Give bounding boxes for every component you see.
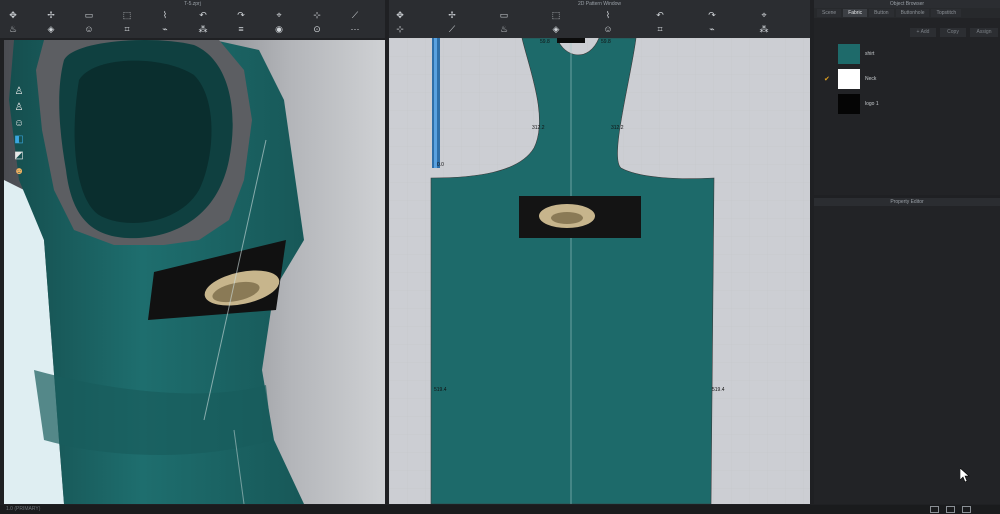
measure-strip: 0.0 (437, 162, 444, 168)
redo-icon[interactable]: ↷ (236, 10, 246, 20)
status-bar: 1.0 (PRIMARY) (0, 505, 1000, 514)
avatar-icon[interactable]: ♙ (12, 84, 26, 98)
button-icon[interactable]: ◉ (274, 24, 284, 34)
3d-garment-render (4, 40, 304, 504)
fabric-item[interactable]: logo 1 (838, 94, 879, 114)
fabric-swatch (838, 44, 860, 64)
copy-button[interactable]: Copy (940, 28, 966, 37)
pin-icon[interactable]: ⌖ (274, 10, 284, 20)
fold-icon[interactable]: ⁂ (759, 24, 769, 34)
pattern-piece-front[interactable] (389, 38, 810, 504)
measure-arm-right: 312.2 (611, 125, 624, 131)
fabric-swatch (838, 69, 860, 89)
object-browser-tabs: Scene Fabric Button Buttonhole Topstitch (814, 8, 1000, 18)
check-icon: ✔ (824, 76, 830, 83)
object-browser-panel: Object Browser Scene Fabric Button Buttonho… (814, 0, 1000, 195)
layout-icon-1[interactable] (930, 506, 939, 513)
property-editor-panel: Property Editor (814, 198, 1000, 504)
fabric-name: Neck (865, 76, 877, 82)
measure-side-left: 519.4 (434, 387, 447, 393)
face-icon[interactable]: ☻ (12, 164, 26, 178)
toolbar-3d: T-5.zprj ✥ ✢ ▭ ⬚ ⌇ ↶ ↷ ⌖ ⊹ ⟋ ♨ ◈ ☺ ⌗ ⌁ ⁂ ≡ ◉ ⊙ ⋯ (0, 0, 385, 38)
window-2d-title: 2D Pattern Window (577, 1, 622, 7)
sewing-icon[interactable]: ⌗ (655, 24, 665, 34)
zipper-icon[interactable]: ⌁ (160, 24, 170, 34)
mirror-icon[interactable]: ◩ (12, 148, 26, 162)
edit-curve-icon[interactable]: ⬚ (551, 10, 561, 20)
dart-icon[interactable]: ⟋ (447, 24, 457, 34)
avatar-icon[interactable]: ☺ (84, 24, 94, 34)
tab-fabric[interactable]: Fabric (843, 9, 868, 17)
move-icon[interactable]: ✥ (8, 10, 18, 20)
property-editor-title: Property Editor (814, 198, 1000, 206)
steam-icon[interactable]: ♨ (8, 24, 18, 34)
measure-side-right: 519.4 (712, 387, 725, 393)
fabric-item[interactable]: Neck ✔ (824, 69, 877, 89)
add-point-icon[interactable]: ⌇ (603, 10, 613, 20)
internal-icon[interactable]: ♨ (499, 24, 509, 34)
cube-icon[interactable]: ◧ (12, 132, 26, 146)
measure-icon[interactable]: ⟋ (350, 10, 360, 20)
layout-icon-2[interactable] (946, 506, 955, 513)
tab-topstitch[interactable]: Topstitch (931, 9, 962, 17)
tape-icon[interactable]: ⌗ (122, 24, 132, 34)
pins-icon[interactable]: ⁂ (198, 24, 208, 34)
add-button[interactable]: + Add (910, 28, 936, 37)
status-text: 1.0 (PRIMARY) (6, 506, 41, 512)
fabric-name: logo 1 (865, 101, 879, 107)
texture-icon[interactable]: ◈ (551, 24, 561, 34)
box-select-icon[interactable]: ▭ (84, 10, 94, 20)
spline-icon[interactable]: ↶ (655, 10, 665, 20)
pin-select-icon[interactable]: ⊹ (312, 10, 322, 20)
transform-icon[interactable]: ✢ (46, 10, 56, 20)
transform-icon[interactable]: ✢ (447, 10, 457, 20)
2d-pattern-window[interactable]: 59.8 59.8 312.2 312.2 519.4 519.4 0.0 (389, 38, 810, 504)
sim-icon[interactable]: ◈ (46, 24, 56, 34)
topstitch-icon[interactable]: ⋯ (350, 24, 360, 34)
layout-icon-3[interactable] (962, 506, 971, 513)
grain-icon[interactable]: ☺ (603, 24, 613, 34)
tab-button[interactable]: Button (869, 9, 894, 17)
rectangle-icon[interactable]: ⌖ (759, 10, 769, 20)
tab-buttonhole[interactable]: Buttonhole (895, 9, 930, 17)
measure-top-left: 59.8 (540, 39, 550, 45)
pleat-icon[interactable]: ⌁ (707, 24, 717, 34)
3d-garment-window[interactable]: ♙ ♙ ☺ ◧ ◩ ☻ (4, 40, 385, 504)
circle-icon[interactable]: ⊹ (395, 24, 405, 34)
person-icon[interactable]: ☺ (12, 116, 26, 130)
measure-top-right: 59.8 (601, 39, 611, 45)
avatar-icon-2[interactable]: ♙ (12, 100, 26, 114)
pin-list-icon[interactable]: ≡ (236, 24, 246, 34)
select-icon[interactable]: ✥ (395, 10, 405, 20)
segment-icon[interactable]: ↷ (707, 10, 717, 20)
fabric-name: shirt (865, 51, 875, 57)
measure-arm-left: 312.2 (532, 125, 545, 131)
fold-icon[interactable]: ⌇ (160, 10, 170, 20)
buttonhole-icon[interactable]: ⊙ (312, 24, 322, 34)
toolbar-2d: 2D Pattern Window ✥ ✢ ▭ ⬚ ⌇ ↶ ↷ ⌖ ⊹ ⟋ ♨ ◈ ☺ ⌗ ⌁ ⁂ (389, 0, 810, 38)
undo-icon[interactable]: ↶ (198, 10, 208, 20)
mouse-cursor-icon (960, 468, 970, 482)
fabric-swatch (838, 94, 860, 114)
assign-button[interactable]: Assign (970, 28, 998, 37)
edit-point-icon[interactable]: ▭ (499, 10, 509, 20)
select-icon[interactable]: ⬚ (122, 10, 132, 20)
window-3d-title: T-5.zprj (184, 1, 201, 7)
tab-scene[interactable]: Scene (817, 9, 842, 17)
fabric-item[interactable]: shirt (838, 44, 874, 64)
object-browser-title: Object Browser (814, 0, 1000, 8)
